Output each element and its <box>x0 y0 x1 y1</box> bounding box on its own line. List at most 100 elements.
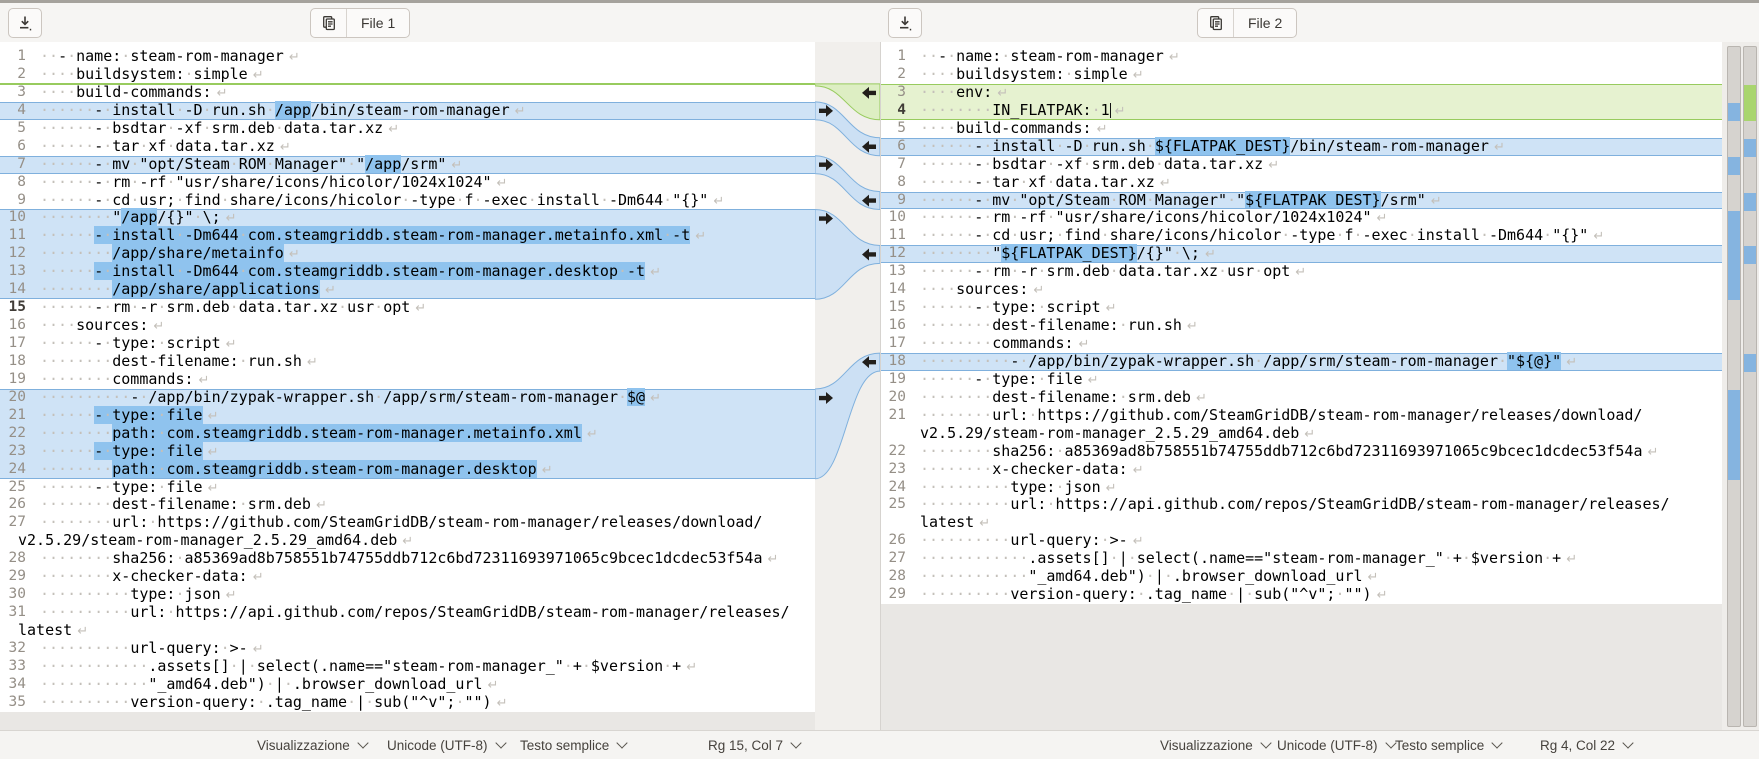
code-line[interactable]: 34············"_amd64.deb")·|·.browser_d… <box>0 676 815 694</box>
line-text: ········sha256:·a85369ad8b758551b74755dd… <box>906 443 1723 461</box>
code-line[interactable]: 26········dest-filename:·srm.deb↵ <box>0 496 815 514</box>
code-line[interactable]: v2.5.29/steam-rom-manager_2.5.29_amd64.d… <box>881 425 1723 443</box>
code-line[interactable]: 24········path:·com.steamgriddb.steam-ro… <box>0 461 815 479</box>
code-line[interactable]: 22········path:·com.steamgriddb.steam-ro… <box>0 425 815 443</box>
eol-marker: ↵ <box>248 642 264 657</box>
code-line[interactable]: 3····build-commands:↵ <box>0 84 815 102</box>
chevron-down-icon <box>790 737 801 748</box>
code-line[interactable]: 16········dest-filename:·run.sh↵ <box>881 317 1723 335</box>
line-number: 28 <box>881 568 906 586</box>
code-line[interactable]: 18··········-·/app/bin/zypak-wrapper.sh·… <box>881 353 1723 371</box>
line-number: 6 <box>881 138 906 156</box>
code-line[interactable]: 30··········type:·json↵ <box>0 586 815 604</box>
code-line[interactable]: 23········x-checker-data:↵ <box>881 461 1723 479</box>
code-line[interactable]: 3····env:↵ <box>881 84 1723 102</box>
chunk-map-file1[interactable] <box>1727 46 1741 727</box>
code-line[interactable]: 18········dest-filename:·run.sh↵ <box>0 353 815 371</box>
code-line[interactable]: 4········IN_FLATPAK:·1↵ <box>881 102 1723 120</box>
code-line[interactable]: 7······-·bsdtar·-xf·srm.deb·data.tar.xz↵ <box>881 156 1723 174</box>
code-line[interactable]: 8······-·rm·-rf·"usr/share/icons/hicolor… <box>0 174 815 192</box>
eol-marker: ↵ <box>645 391 661 406</box>
line-text: ······-·install·-D·run.sh·/app/bin/steam… <box>26 102 815 120</box>
view-menu-button[interactable]: Visualizzazione <box>1160 731 1270 759</box>
code-line[interactable]: 13······-·install·-Dm644·com.steamgriddb… <box>0 263 815 281</box>
code-line[interactable]: 8······-·tar·xf·data.tar.xz↵ <box>881 174 1723 192</box>
code-line[interactable]: 14····sources:↵ <box>881 281 1723 299</box>
line-number: 10 <box>0 209 26 227</box>
code-line[interactable]: 14········/app/share/applications↵ <box>0 281 815 299</box>
file2-button[interactable]: File 2 <box>1197 8 1297 38</box>
cursor-position-button[interactable]: Rg 15, Col 7 <box>708 731 800 759</box>
left-editor-pane[interactable]: 1··-·name:·steam-rom-manager↵2····builds… <box>0 42 815 731</box>
code-line[interactable]: 1··-·name:·steam-rom-manager↵ <box>0 48 815 66</box>
code-line[interactable]: 28············"_amd64.deb")·|·.browser_d… <box>881 568 1723 586</box>
line-text: ······-·mv·"opt/Steam·ROM·Manager"·"/app… <box>26 156 815 174</box>
code-line[interactable]: 15······-·type:·script↵ <box>881 299 1723 317</box>
code-line[interactable]: 17······-·type:·script↵ <box>0 335 815 353</box>
code-line[interactable]: 7······-·mv·"opt/Steam·ROM·Manager"·"/ap… <box>0 156 815 174</box>
line-text: ··········version-query:·.tag_name·|·sub… <box>26 694 815 712</box>
encoding-menu-button[interactable]: Unicode (UTF-8) <box>387 731 505 759</box>
code-line[interactable]: 12········/app/share/metainfo↵ <box>0 245 815 263</box>
code-line[interactable]: 25······-·type:·file↵ <box>0 479 815 497</box>
code-line[interactable]: 31··········url:·https://api.github.com/… <box>0 604 815 622</box>
code-line[interactable]: 12········"${FLATPAK_DEST}/{}"·\;↵ <box>881 245 1723 263</box>
code-line[interactable]: 2····buildsystem:·simple↵ <box>881 66 1723 84</box>
cursor-position-button[interactable]: Rg 4, Col 22 <box>1540 731 1632 759</box>
code-line[interactable]: 20········dest-filename:·srm.deb↵ <box>881 389 1723 407</box>
code-line[interactable]: 19········commands:↵ <box>0 371 815 389</box>
code-line[interactable]: 17········commands:↵ <box>881 335 1723 353</box>
code-line[interactable]: 20··········-·/app/bin/zypak-wrapper.sh·… <box>0 389 815 407</box>
code-line[interactable]: 11······-·cd·usr;·find·share/icons/hicol… <box>881 227 1723 245</box>
filetype-menu-button[interactable]: Testo semplice <box>520 731 626 759</box>
code-line[interactable]: 25··········url:·https://api.github.com/… <box>881 496 1723 514</box>
code-line[interactable]: 9······-·cd·usr;·find·share/icons/hicolo… <box>0 192 815 210</box>
chunk-map-file2[interactable] <box>1743 46 1757 727</box>
code-line[interactable]: 4······-·install·-D·run.sh·/app/bin/stea… <box>0 102 815 120</box>
view-menu-button[interactable]: Visualizzazione <box>257 731 367 759</box>
code-line[interactable]: 27············.assets[]·|·select(.name==… <box>881 550 1723 568</box>
code-line[interactable]: 19······-·type:·file↵ <box>881 371 1723 389</box>
code-line[interactable]: 27········url:·https://github.com/SteamG… <box>0 514 815 532</box>
code-line[interactable]: latest↵ <box>881 514 1723 532</box>
code-line[interactable]: 2····buildsystem:·simple↵ <box>0 66 815 84</box>
code-line[interactable]: 35··········version-query:·.tag_name·|·s… <box>0 694 815 712</box>
code-line[interactable]: 24··········type:·json↵ <box>881 479 1723 497</box>
line-text: ······-·tar·xf·data.tar.xz↵ <box>906 174 1723 192</box>
code-line[interactable]: latest↵ <box>0 622 815 640</box>
code-line[interactable]: 29··········version-query:·.tag_name·|·s… <box>881 586 1723 604</box>
filetype-menu-button[interactable]: Testo semplice <box>1395 731 1501 759</box>
line-text: ······-·cd·usr;·find·share/icons/hicolor… <box>906 227 1723 245</box>
save-file1-button[interactable] <box>8 8 42 38</box>
code-line[interactable]: 33············.assets[]·|·select(.name==… <box>0 658 815 676</box>
code-line[interactable]: 26··········url-query:·>-↵ <box>881 532 1723 550</box>
code-line[interactable]: 11······-·install·-Dm644·com.steamgriddb… <box>0 227 815 245</box>
code-line[interactable]: 23······-·type:·file↵ <box>0 443 815 461</box>
line-number: 20 <box>0 389 26 407</box>
code-line[interactable]: 29········x-checker-data:↵ <box>0 568 815 586</box>
code-line[interactable]: 9······-·mv·"opt/Steam·ROM·Manager"·"${F… <box>881 192 1723 210</box>
code-line[interactable]: 10········"/app/{}"·\;↵ <box>0 209 815 227</box>
code-line[interactable]: 6······-·install·-D·run.sh·${FLATPAK_DES… <box>881 138 1723 156</box>
code-line[interactable]: v2.5.29/steam-rom-manager_2.5.29_amd64.d… <box>0 532 815 550</box>
code-line[interactable]: 32··········url-query:·>-↵ <box>0 640 815 658</box>
code-line[interactable]: 21········url:·https://github.com/SteamG… <box>881 407 1723 425</box>
file1-button[interactable]: File 1 <box>310 8 410 38</box>
code-line[interactable]: 28········sha256:·a85369ad8b758551b74755… <box>0 550 815 568</box>
code-line[interactable]: 6······-·tar·xf·data.tar.xz↵ <box>0 138 815 156</box>
code-line[interactable]: 5····build-commands:↵ <box>881 120 1723 138</box>
code-line[interactable]: 21······-·type:·file↵ <box>0 407 815 425</box>
encoding-menu-button[interactable]: Unicode (UTF-8) <box>1277 731 1395 759</box>
code-line[interactable]: 5······-·bsdtar·-xf·srm.deb·data.tar.xz↵ <box>0 120 815 138</box>
eol-marker: ↵ <box>582 427 598 442</box>
code-line[interactable]: 22········sha256:·a85369ad8b758551b74755… <box>881 443 1723 461</box>
right-editor-pane[interactable]: 1··-·name:·steam-rom-manager↵2····builds… <box>880 42 1723 731</box>
chunk-mark <box>1744 246 1756 264</box>
code-line[interactable]: 15······-·rm·-r·srm.deb·data.tar.xz·usr·… <box>0 299 815 317</box>
save-file2-button[interactable] <box>888 8 922 38</box>
line-text: ······-·cd·usr;·find·share/icons/hicolor… <box>26 192 815 210</box>
code-line[interactable]: 10······-·rm·-rf·"usr/share/icons/hicolo… <box>881 209 1723 227</box>
code-line[interactable]: 13······-·rm·-r·srm.deb·data.tar.xz·usr·… <box>881 263 1723 281</box>
code-line[interactable]: 16····sources:↵ <box>0 317 815 335</box>
code-line[interactable]: 1··-·name:·steam-rom-manager↵ <box>881 48 1723 66</box>
